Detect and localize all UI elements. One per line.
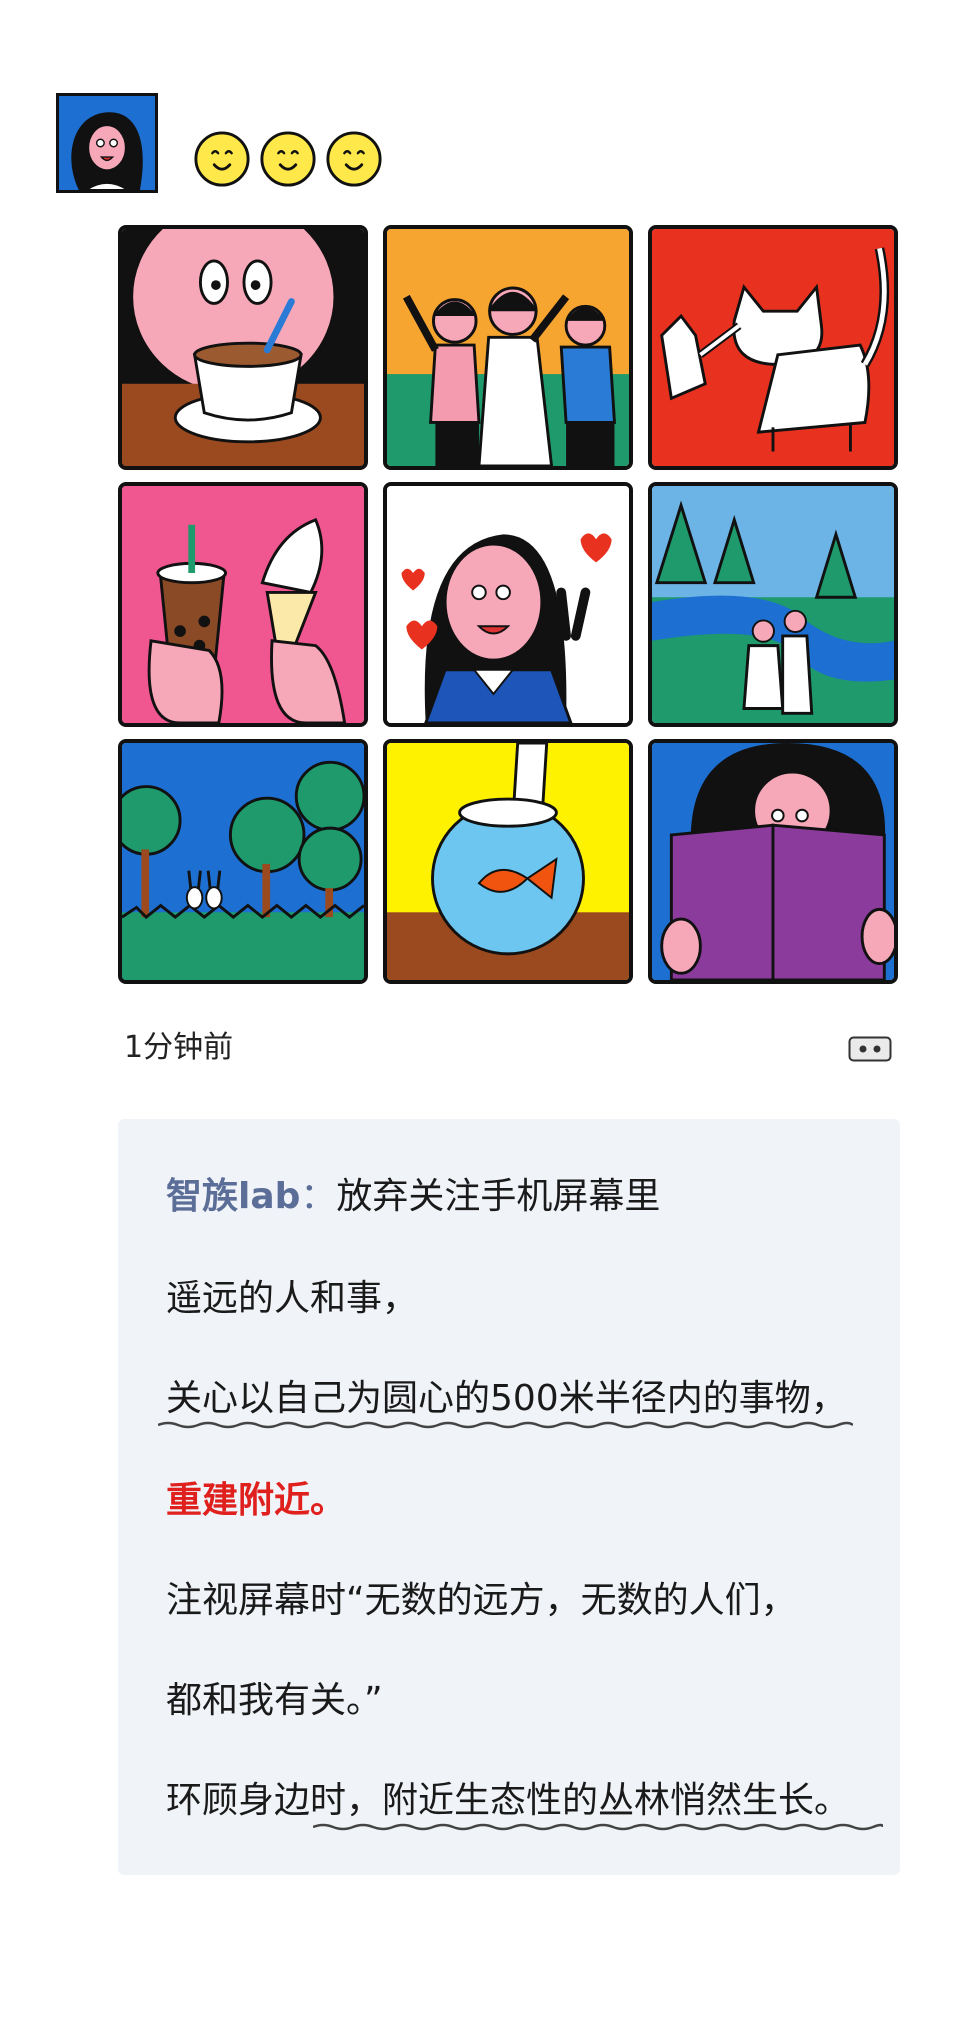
image-tile-coffee[interactable] [118, 225, 368, 470]
comment-line: 注视屏幕时“无数的远方，无数的人们， [166, 1580, 797, 1621]
image-tile-friends[interactable] [383, 225, 633, 470]
image-tile-cats[interactable] [648, 225, 898, 470]
reaction-bar [193, 130, 383, 188]
comment-icon[interactable] [848, 1036, 892, 1062]
underline-squiggle [158, 1421, 853, 1429]
comment-text: 放弃关注手机屏幕里 [336, 1176, 661, 1217]
avatar[interactable] [56, 93, 158, 193]
comment-box: 智族lab：放弃关注手机屏幕里 遥远的人和事， 关心以自己为圆心的500米半径内… [118, 1119, 900, 1875]
image-tile-goldfish[interactable] [383, 739, 633, 984]
comment-line: 都和我有关。” [166, 1680, 383, 1721]
post-timestamp: 1分钟前 [124, 1030, 234, 1065]
author-separator: ： [300, 1176, 337, 1217]
smiley-icon[interactable] [259, 130, 317, 188]
image-tile-couple[interactable] [648, 482, 898, 727]
post-image-grid [118, 225, 898, 984]
smiley-icon[interactable] [325, 130, 383, 188]
comment-line: 环顾身边时，附近生态性的丛林悄然生长。 [166, 1780, 851, 1821]
comment-line: 遥远的人和事， [166, 1278, 419, 1319]
image-tile-selfie[interactable] [383, 482, 633, 727]
image-tile-forest[interactable] [118, 739, 368, 984]
comment-line: 智族lab：放弃关注手机屏幕里 [166, 1167, 660, 1219]
smiley-icon[interactable] [193, 130, 251, 188]
comment-line: 关心以自己为圆心的500米半径内的事物， [166, 1378, 847, 1419]
comment-author[interactable]: 智族lab [166, 1176, 300, 1217]
comment-highlight: 重建附近。 [166, 1480, 347, 1521]
underline-squiggle [313, 1823, 883, 1831]
image-tile-drinks[interactable] [118, 482, 368, 727]
image-tile-reading[interactable] [648, 739, 898, 984]
